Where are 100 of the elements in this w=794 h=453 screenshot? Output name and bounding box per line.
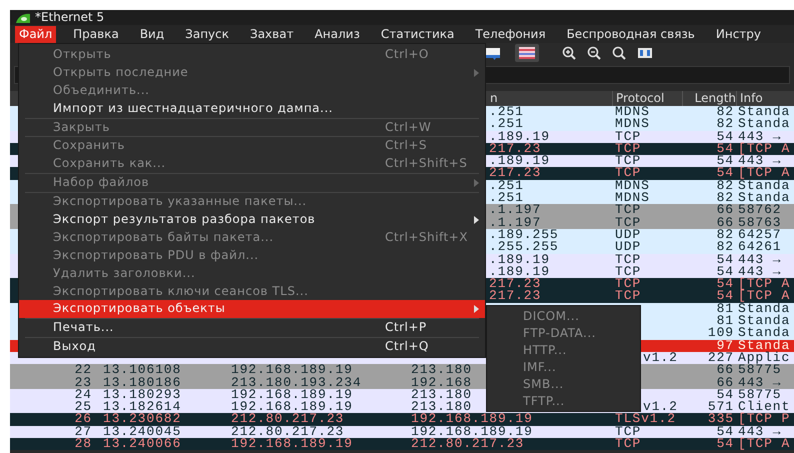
table-cell-text: 22 [74, 364, 93, 377]
table-cell-text: 13.240045 [102, 426, 182, 438]
shortcut-label: Ctrl+O [385, 46, 429, 63]
table-cell-text: TCP [614, 142, 642, 156]
table-cell-text: 82 [716, 192, 735, 204]
table-cell-text: 192.168.189.19 [230, 388, 353, 402]
table-cell-text: .1.197 [488, 204, 542, 217]
table-cell-text: 13.182614 [102, 401, 182, 414]
table-cell-text: 13.180293 [102, 388, 182, 402]
shortcut-label: Ctrl+Shift+X [385, 228, 468, 246]
table-cell-text: 25 [74, 401, 93, 414]
table-cell-text: 82 [716, 180, 735, 192]
table-cell-text: 217.23 [488, 278, 542, 290]
shortcut-label: Ctrl+S [385, 137, 428, 154]
table-cell-text: 54 [716, 290, 735, 303]
table-cell-text: 443 → [737, 130, 782, 143]
table-cell-text: 13.240066 [102, 438, 182, 450]
table-cell-text: 66 [716, 216, 735, 229]
table-cell-text: 217.23 [488, 167, 542, 180]
table-cell-text: TCP [614, 216, 642, 229]
table-cell-text: 64257 [737, 228, 782, 242]
table-cell-text: Standa [737, 118, 790, 131]
table-cell-text: Standa [737, 315, 790, 328]
table-cell-text: 443 → [737, 155, 782, 168]
table-cell-text: .189.19 [488, 266, 550, 278]
table-cell-text: 13.230682 [102, 413, 182, 426]
table-cell-text: 212.80.217.23 [230, 426, 344, 438]
table-cell-text: Client [737, 401, 790, 414]
table-cell-text: 82 [716, 228, 735, 242]
table-cell-text: TCP [614, 204, 642, 217]
table-cell-text: [TCP A [737, 142, 790, 156]
table-cell-text: Standa [737, 106, 790, 118]
table-cell-text: 571 [708, 401, 735, 414]
table-cell-text: 54 [716, 167, 735, 180]
table-cell-text: 58775 [737, 388, 782, 402]
table-cell-text: Applic [737, 352, 790, 364]
table-cell-text: 443 → [737, 266, 782, 278]
table-cell-text: MDNS [614, 118, 650, 131]
table-cell-text: 217.23 [488, 290, 542, 303]
table-cell-text: 82 [716, 106, 734, 118]
table-cell-text: TCP [614, 167, 642, 180]
table-cell-text: [TCP A [737, 290, 790, 303]
table-cell-text: 54 [716, 142, 735, 156]
table-cell-text: 213.180 [410, 388, 472, 402]
table-cell-text: 54 [716, 266, 735, 278]
table-cell-text: 58763 [737, 216, 782, 229]
table-cell-text: Standa [737, 340, 790, 352]
table-cell-text: .251 [488, 106, 524, 118]
table-cell-text: TLSv1.2 [614, 413, 676, 426]
table-cell-text: TCP [614, 438, 642, 450]
table-cell-text: MDNS [614, 106, 650, 118]
table-cell-text: 212.80.217.23 [230, 413, 344, 426]
table-cell-text: 213.180 [410, 401, 472, 414]
table-cell-text: UDP [614, 241, 642, 254]
table-cell-text: .189.19 [488, 155, 550, 168]
table-cell-text: 54 [716, 438, 735, 450]
table-cell-text: .189.255 [488, 228, 559, 242]
table-cell-text: 213.180 [410, 364, 472, 377]
table-cell-text: 28 [74, 438, 93, 450]
table-cell-text: 58775 [737, 364, 782, 377]
table-cell-text: 192.168.189.19 [410, 413, 533, 426]
table-cell-text: .1.197 [488, 216, 542, 229]
shortcut-label: Ctrl+Shift+S [385, 155, 468, 172]
table-cell-text: .251 [488, 180, 524, 192]
table-cell-text: MDNS [614, 192, 650, 204]
window-title: *Ethernet 5 [35, 10, 104, 25]
table-cell-text: 54 [716, 278, 735, 290]
table-cell-text: 54 [716, 388, 735, 402]
table-cell-text: TCP [614, 290, 642, 303]
table-cell-text: 23 [74, 376, 93, 389]
table-cell-text: Standa [737, 327, 790, 340]
table-cell-text: 24 [74, 388, 93, 402]
table-cell-text: 192.168.189.19 [230, 438, 353, 450]
table-cell-text: 58762 [737, 204, 782, 217]
table-cell-text: Standa [737, 302, 790, 316]
table-cell-text: Standa [737, 192, 790, 204]
table-cell-text: 13.180186 [102, 376, 182, 389]
table-cell-text: .251 [488, 192, 524, 204]
table-cell-text: [TCP A [737, 167, 790, 180]
table-cell-text: 66 [716, 376, 735, 389]
table-cell-text: 109 [708, 327, 735, 340]
table-cell-text: 192.168 [410, 376, 472, 389]
table-cell-text: TCP [614, 254, 642, 266]
table-cell-text: 66 [716, 204, 735, 217]
table-cell-text: 54 [716, 426, 735, 438]
table-cell-text: 443 → [737, 426, 782, 438]
table-cell-text: [TCP A [737, 278, 790, 290]
table-cell-text: 54 [716, 155, 735, 168]
table-cell-text: [TCP P [737, 413, 790, 426]
table-cell-text: 192.168.189.19 [230, 364, 353, 377]
table-cell-text: MDNS [614, 180, 650, 192]
table-cell-text: .251 [488, 118, 524, 131]
table-cell-text: 213.180.193.234 [230, 376, 362, 389]
table-cell-text: .255.255 [488, 241, 559, 254]
table-cell-text: 82 [716, 118, 735, 131]
table-cell-text: 217.23 [488, 142, 542, 156]
table-cell-text: 64261 [737, 241, 782, 254]
table-cell-text: 54 [716, 254, 735, 266]
table-cell-text: [TCP A [737, 438, 790, 450]
table-cell-text: TCP [614, 130, 642, 143]
